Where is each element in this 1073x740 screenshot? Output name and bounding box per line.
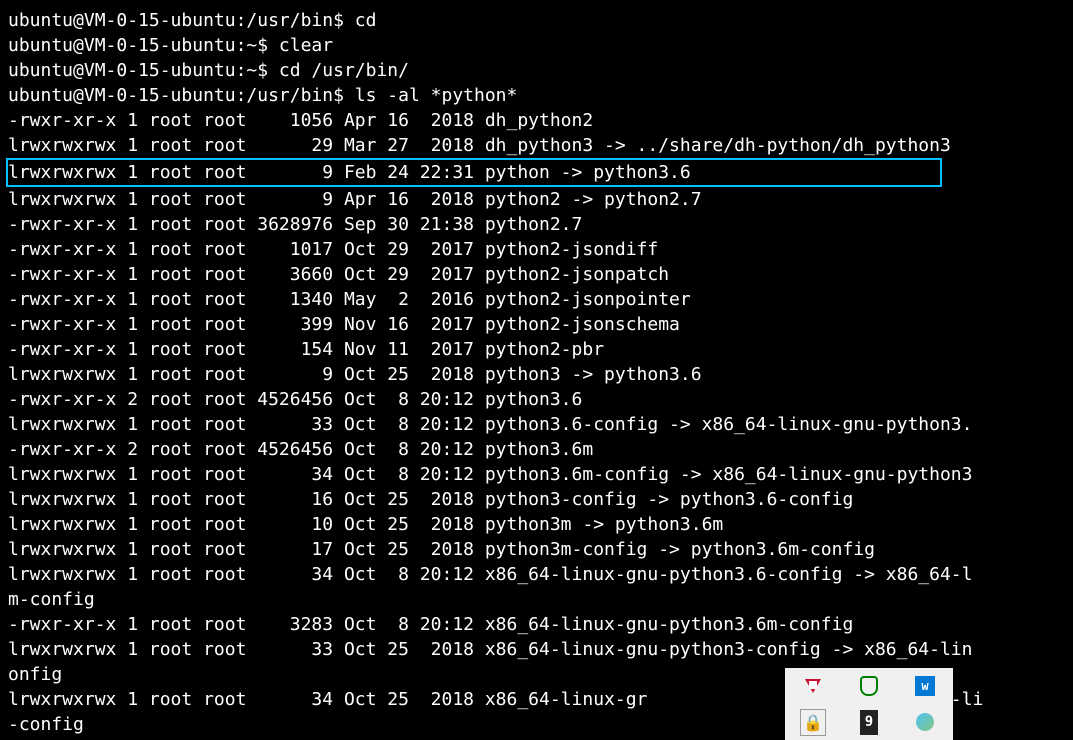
listing-row: lrwxrwxrwx 1 root root 10 Oct 25 2018 py… [8, 512, 1065, 537]
listing-row: -rwxr-xr-x 1 root root 154 Nov 11 2017 p… [8, 337, 1065, 362]
lock-icon[interactable]: 🔒 [802, 711, 824, 733]
listing-row: lrwxrwxrwx 1 root root 16 Oct 25 2018 py… [8, 487, 1065, 512]
prompt-line: ubuntu@VM-0-15-ubuntu:/usr/bin$ ls -al *… [8, 83, 1065, 108]
listing-row: -rwxr-xr-x 1 root root 1340 May 2 2016 p… [8, 287, 1065, 312]
listing-row: -rwxr-xr-x 2 root root 4526456 Oct 8 20:… [8, 387, 1065, 412]
defender-icon[interactable] [858, 675, 880, 697]
listing-row: lrwxrwxrwx 1 root root 29 Mar 27 2018 dh… [8, 133, 1065, 158]
listing-row: lrwxrwxrwx 1 root root 9 Feb 24 22:31 py… [8, 162, 940, 183]
listing-row: -rwxr-xr-x 1 root root 3628976 Sep 30 21… [8, 212, 1065, 237]
listing-row: -rwxr-xr-x 1 root root 3660 Oct 29 2017 … [8, 262, 1065, 287]
system-tray: w 🔒 9 [785, 668, 953, 740]
listing-row-wrap: m-config [8, 587, 1065, 612]
app-icon[interactable]: w [914, 675, 936, 697]
prompt-line: ubuntu@VM-0-15-ubuntu:~$ clear [8, 33, 1065, 58]
listing-row: lrwxrwxrwx 1 root root 33 Oct 25 2018 x8… [8, 637, 1065, 662]
highlighted-row: lrwxrwxrwx 1 root root 9 Feb 24 22:31 py… [6, 158, 942, 187]
listing-row: lrwxrwxrwx 1 root root 9 Oct 25 2018 pyt… [8, 362, 1065, 387]
listing-row: -rwxr-xr-x 1 root root 3283 Oct 8 20:12 … [8, 612, 1065, 637]
prompt-line: ubuntu@VM-0-15-ubuntu:~$ cd /usr/bin/ [8, 58, 1065, 83]
listing-row: lrwxrwxrwx 1 root root 33 Oct 8 20:12 py… [8, 412, 1065, 437]
listing-row: lrwxrwxrwx 1 root root 17 Oct 25 2018 py… [8, 537, 1065, 562]
listing-row: -rwxr-xr-x 2 root root 4526456 Oct 8 20:… [8, 437, 1065, 462]
listing-row: lrwxrwxrwx 1 root root 9 Apr 16 2018 pyt… [8, 187, 1065, 212]
terminal-output[interactable]: ubuntu@VM-0-15-ubuntu:/usr/bin$ cdubuntu… [8, 8, 1065, 737]
listing-row: -rwxr-xr-x 1 root root 1017 Oct 29 2017 … [8, 237, 1065, 262]
globe-icon[interactable] [914, 711, 936, 733]
listing-row: -rwxr-xr-x 1 root root 399 Nov 16 2017 p… [8, 312, 1065, 337]
listing-row: lrwxrwxrwx 1 root root 34 Oct 8 20:12 x8… [8, 562, 1065, 587]
mcafee-icon[interactable] [802, 675, 824, 697]
listing-row: lrwxrwxrwx 1 root root 34 Oct 8 20:12 py… [8, 462, 1065, 487]
listing-row: -rwxr-xr-x 1 root root 1056 Apr 16 2018 … [8, 108, 1065, 133]
prompt-line: ubuntu@VM-0-15-ubuntu:/usr/bin$ cd [8, 8, 1065, 33]
notification-badge[interactable]: 9 [858, 711, 880, 733]
